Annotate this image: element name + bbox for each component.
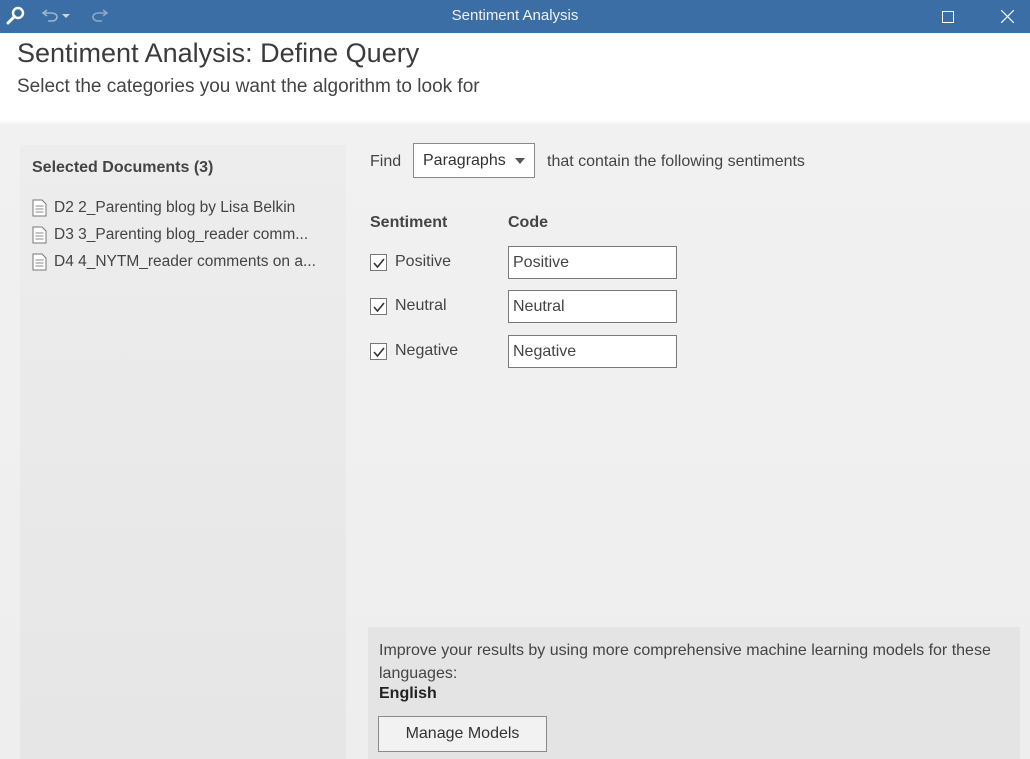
page-title: Sentiment Analysis: Define Query bbox=[17, 38, 419, 69]
negative-label: Negative bbox=[395, 342, 459, 359]
window-title: Sentiment Analysis bbox=[451, 7, 579, 24]
positive-checkbox[interactable] bbox=[370, 254, 387, 271]
page-subtitle: Select the categories you want the algor… bbox=[17, 76, 480, 97]
page-title-main: Sentiment Analysis: bbox=[17, 38, 253, 68]
positive-label: Positive bbox=[395, 253, 452, 270]
document-item[interactable]: D2 2_Parenting blog by Lisa Belkin bbox=[32, 194, 342, 221]
unit-dropdown-value: Paragraphs bbox=[423, 151, 506, 169]
document-item[interactable]: D3 3_Parenting blog_reader comm... bbox=[32, 221, 342, 248]
models-info-panel: Improve your results by using more compr… bbox=[368, 627, 1020, 759]
selected-documents-heading: Selected Documents (3) bbox=[32, 159, 214, 176]
document-icon bbox=[32, 226, 47, 243]
code-column-header: Code bbox=[508, 214, 548, 231]
negative-code-input[interactable] bbox=[508, 335, 677, 368]
document-item[interactable]: D4 4_NYTM_reader comments on a... bbox=[32, 248, 342, 275]
document-icon bbox=[32, 199, 47, 216]
positive-code-input[interactable] bbox=[508, 246, 677, 279]
checkmark-icon bbox=[373, 258, 385, 269]
sentiment-row-neutral: Neutral bbox=[370, 290, 690, 323]
maximize-icon[interactable] bbox=[925, 0, 971, 33]
neutral-checkbox[interactable] bbox=[370, 298, 387, 315]
models-language: English bbox=[379, 685, 437, 702]
document-label: D2 2_Parenting blog by Lisa Belkin bbox=[54, 198, 296, 216]
manage-models-button[interactable]: Manage Models bbox=[378, 716, 547, 752]
unit-dropdown[interactable]: Paragraphs bbox=[413, 143, 535, 178]
page-title-rest: Define Query bbox=[252, 38, 420, 68]
checkmark-icon bbox=[373, 302, 385, 313]
document-label: D4 4_NYTM_reader comments on a... bbox=[54, 252, 316, 270]
document-label: D3 3_Parenting blog_reader comm... bbox=[54, 225, 309, 243]
close-icon[interactable] bbox=[984, 0, 1030, 33]
sentiment-row-positive: Positive bbox=[370, 246, 690, 279]
find-label: Find bbox=[370, 153, 402, 170]
document-icon bbox=[32, 253, 47, 270]
selected-documents-panel: Selected Documents (3) D2 2_Parenting bl… bbox=[20, 145, 346, 759]
neutral-label: Neutral bbox=[395, 297, 447, 314]
document-list: D2 2_Parenting blog by Lisa Belkin D3 3_… bbox=[32, 194, 342, 275]
sentiment-row-negative: Negative bbox=[370, 335, 690, 368]
find-suffix-text: that contain the following sentiments bbox=[547, 153, 805, 170]
negative-checkbox[interactable] bbox=[370, 343, 387, 360]
checkmark-icon bbox=[373, 347, 385, 358]
caret-down-icon bbox=[515, 158, 525, 164]
title-bar: Sentiment Analysis bbox=[0, 0, 1030, 33]
neutral-code-input[interactable] bbox=[508, 290, 677, 323]
sentiment-column-header: Sentiment bbox=[370, 214, 448, 231]
models-info-text: Improve your results by using more compr… bbox=[379, 642, 991, 682]
